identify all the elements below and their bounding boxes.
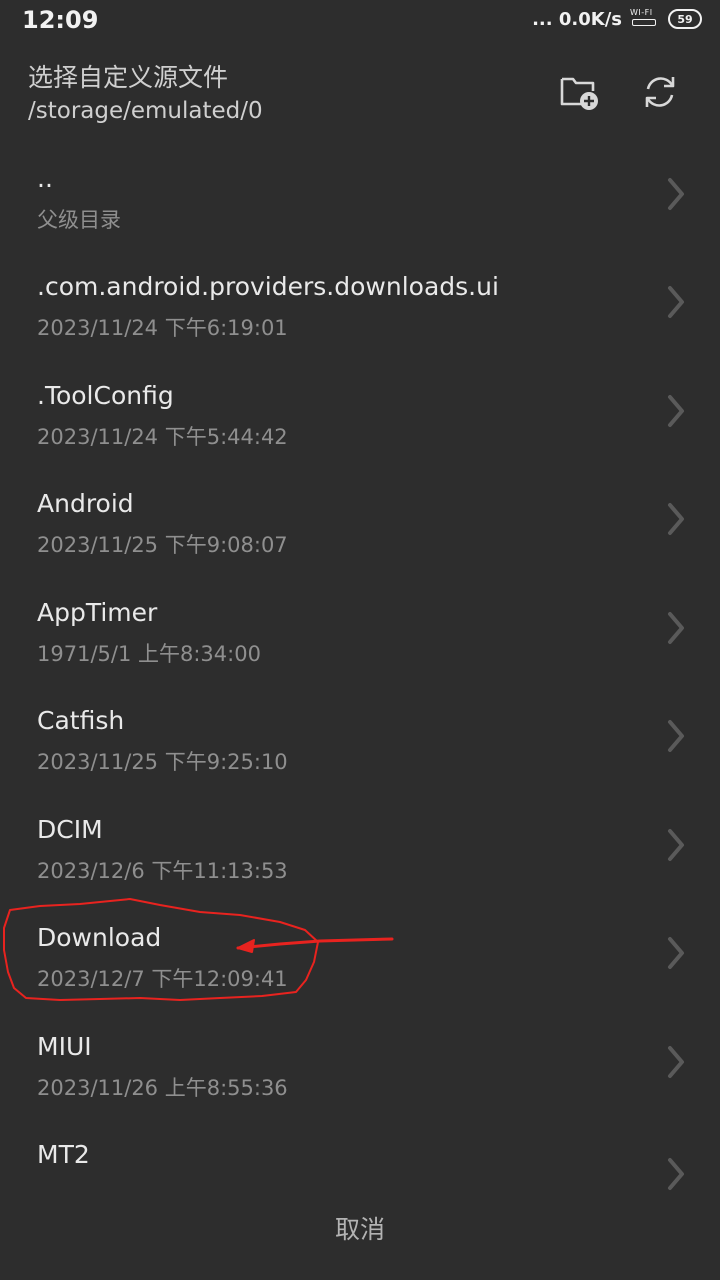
- file-subtitle: 2023/11/25 下午9:25:10: [37, 750, 288, 774]
- page-title: 选择自定义源文件: [28, 63, 229, 92]
- file-subtitle: 1971/5/1 上午8:34:00: [37, 642, 261, 666]
- file-subtitle: 2023/11/24 下午5:44:42: [37, 425, 288, 449]
- file-name: ..: [37, 164, 53, 193]
- chevron-right-icon: [668, 286, 684, 318]
- chevron-right-icon: [668, 178, 684, 210]
- chevron-right-icon: [668, 937, 684, 969]
- list-item[interactable]: Android 2023/11/25 下午9:08:07: [0, 465, 720, 573]
- footer: 取消: [0, 1196, 720, 1280]
- list-item-download[interactable]: Download 2023/12/7 下午12:09:41: [0, 899, 720, 1007]
- chevron-right-icon: [668, 1046, 684, 1078]
- list-item[interactable]: Catfish 2023/11/25 下午9:25:10: [0, 682, 720, 790]
- file-name: AppTimer: [37, 598, 158, 627]
- status-time: 12:09: [22, 6, 99, 34]
- list-item[interactable]: .com.android.providers.downloads.ui 2023…: [0, 248, 720, 356]
- chevron-right-icon: [668, 829, 684, 861]
- new-folder-button[interactable]: [552, 64, 608, 120]
- file-name: .com.android.providers.downloads.ui: [37, 272, 499, 301]
- header: 选择自定义源文件 /storage/emulated/0: [0, 44, 720, 140]
- refresh-icon: [645, 77, 675, 107]
- status-indicators: ... 0.0K/s WI-FI 59: [532, 8, 702, 30]
- chevron-right-icon: [668, 1158, 684, 1190]
- chevron-right-icon: [668, 612, 684, 644]
- battery-icon: 59: [668, 9, 702, 29]
- list-item[interactable]: DCIM 2023/12/6 下午11:13:53: [0, 791, 720, 899]
- new-folder-icon: [560, 77, 598, 110]
- battery-level: 59: [677, 12, 693, 26]
- refresh-button[interactable]: [632, 64, 688, 120]
- chevron-right-icon: [668, 720, 684, 752]
- current-path: /storage/emulated/0: [28, 98, 263, 124]
- status-bar: 12:09 ... 0.0K/s WI-FI 59: [0, 0, 720, 44]
- file-name: MT2: [37, 1140, 90, 1169]
- network-speed: ... 0.0K/s: [532, 8, 622, 30]
- file-name: Android: [37, 489, 134, 518]
- file-subtitle: 2023/11/25 下午9:08:07: [37, 533, 288, 557]
- file-subtitle: 父级目录: [37, 208, 121, 232]
- file-name: DCIM: [37, 815, 103, 844]
- file-subtitle: 2023/12/6 下午11:13:53: [37, 859, 288, 883]
- file-subtitle: 2023/11/26 上午8:55:36: [37, 1076, 288, 1100]
- wifi-icon: WI-FI: [630, 8, 660, 30]
- wifi-label: WI-FI: [630, 8, 653, 17]
- list-item[interactable]: AppTimer 1971/5/1 上午8:34:00: [0, 574, 720, 682]
- file-name: MIUI: [37, 1032, 92, 1061]
- list-item-parent[interactable]: .. 父级目录: [0, 140, 720, 248]
- chevron-right-icon: [668, 503, 684, 535]
- file-name: Catfish: [37, 706, 125, 735]
- chevron-right-icon: [668, 395, 684, 427]
- file-subtitle: 2023/12/7 下午12:09:41: [37, 967, 288, 991]
- file-picker-screen: 12:09 ... 0.0K/s WI-FI 59 选择自定义源文件 /stor…: [0, 0, 720, 1280]
- cancel-button[interactable]: 取消: [0, 1210, 720, 1246]
- file-subtitle: 2023/11/24 下午6:19:01: [37, 316, 288, 340]
- list-item[interactable]: .ToolConfig 2023/11/24 下午5:44:42: [0, 357, 720, 465]
- file-name: Download: [37, 923, 162, 952]
- file-name: .ToolConfig: [37, 381, 174, 410]
- list-item[interactable]: MIUI 2023/11/26 上午8:55:36: [0, 1008, 720, 1116]
